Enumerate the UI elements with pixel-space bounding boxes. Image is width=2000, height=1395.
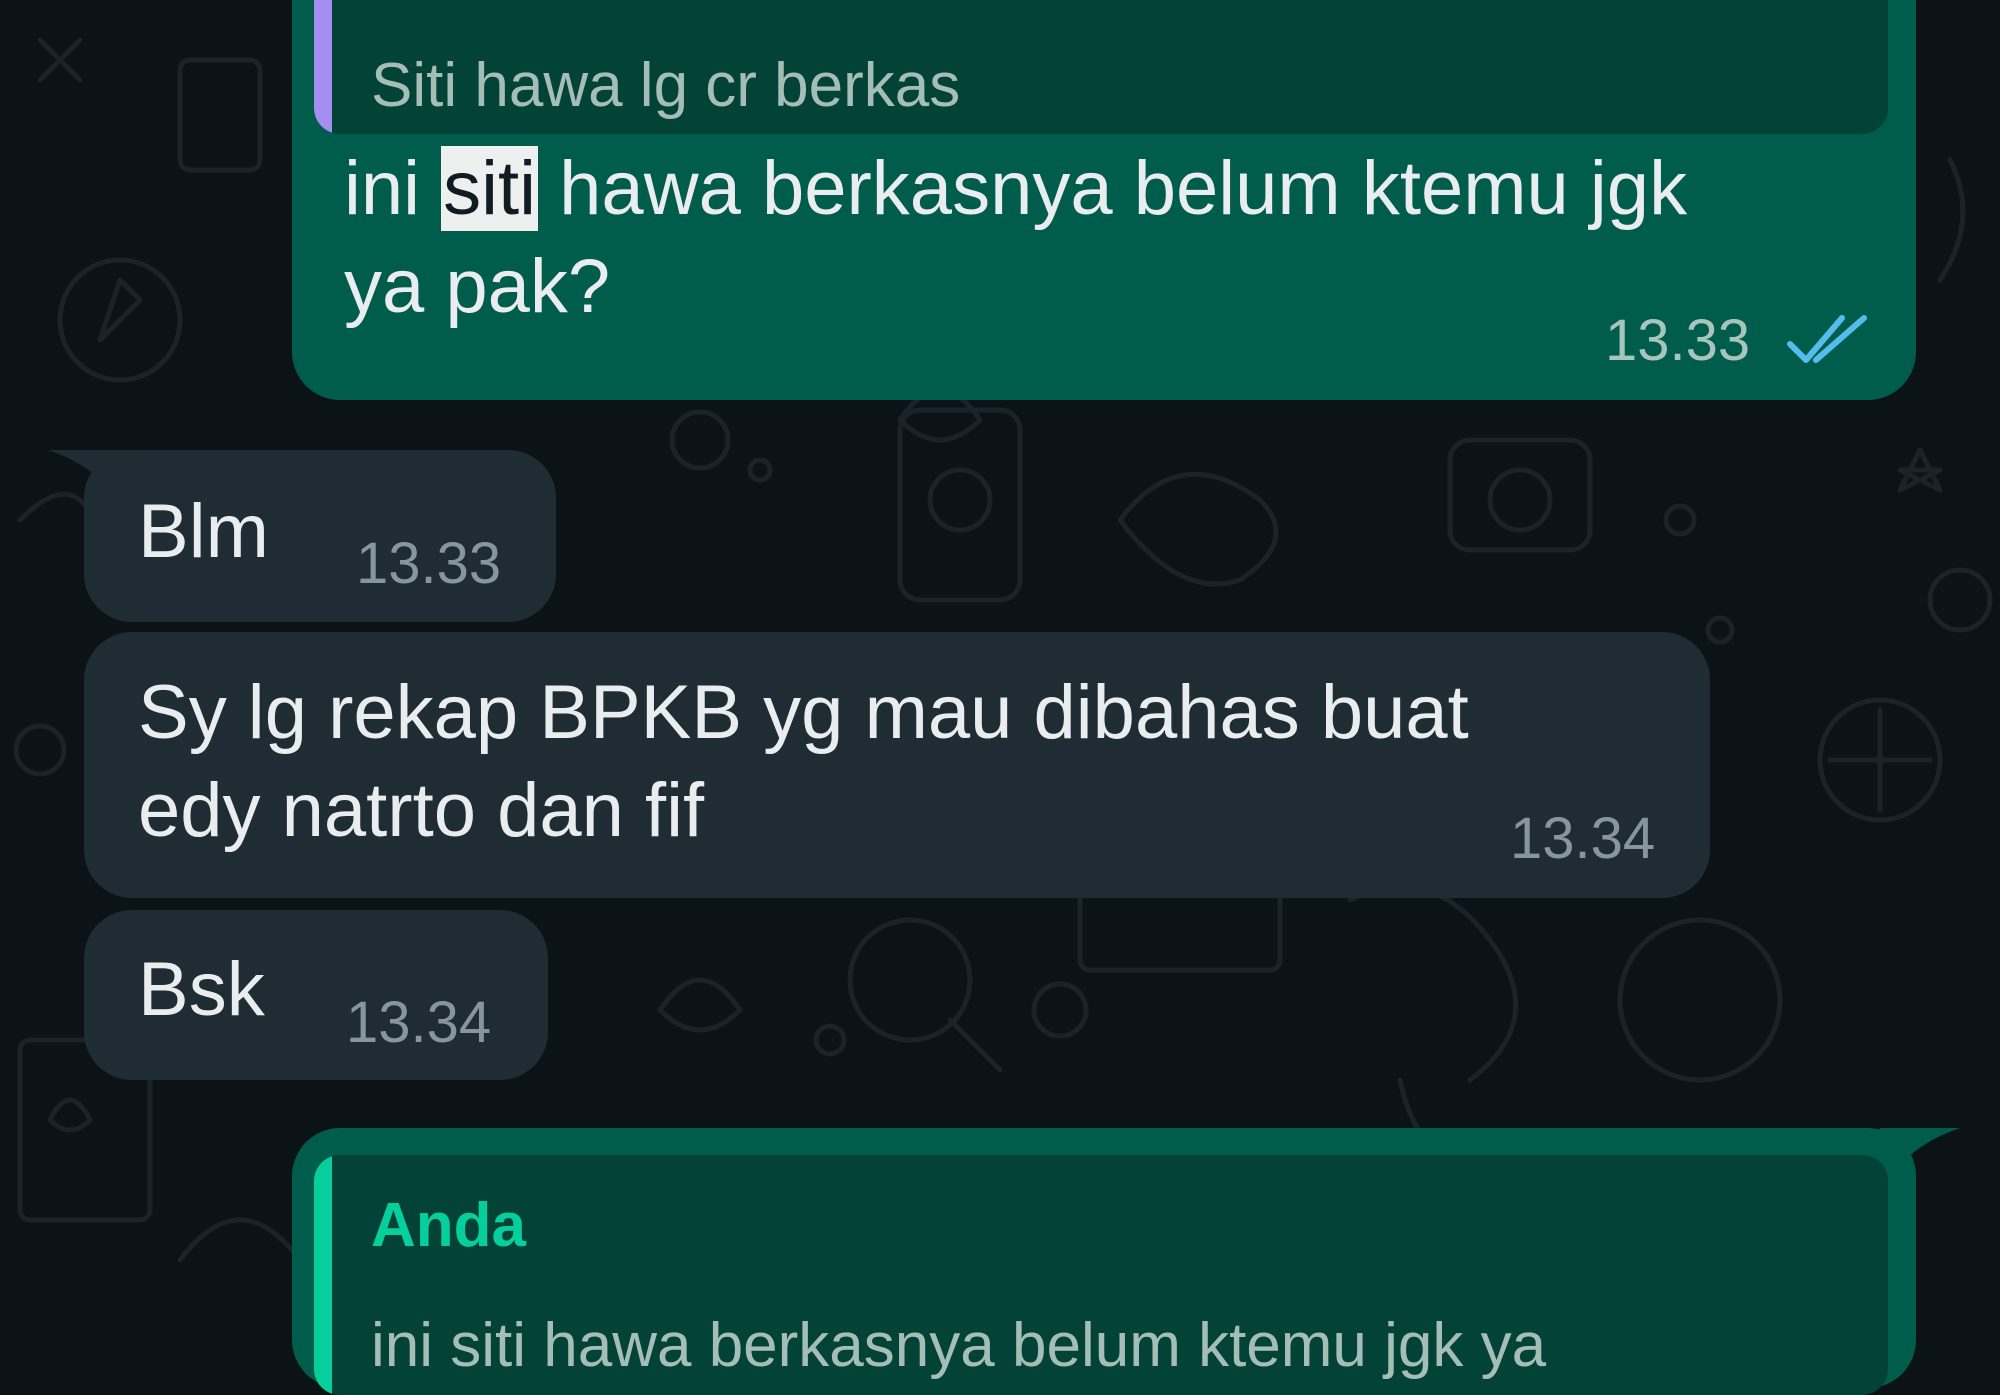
message-time: 13.33 bbox=[1605, 308, 1751, 373]
message-bubble-incoming[interactable]: Bsk 13.34 bbox=[84, 910, 548, 1080]
quoted-message[interactable]: Anda ini siti hawa berkasnya belum ktemu… bbox=[314, 1155, 1888, 1395]
message-text-line: ya pak? bbox=[344, 244, 611, 329]
message-text-line: Sy lg rekap BPKB yg mau dibahas buat bbox=[138, 670, 1469, 755]
quoted-message[interactable]: Siti hawa lg cr berkas bbox=[314, 0, 1888, 134]
quote-accent-bar bbox=[314, 1155, 332, 1395]
message-text-part: hawa berkasnya belum ktemu jgk bbox=[538, 146, 1688, 231]
message-text: Blm bbox=[138, 489, 269, 574]
message-text: Bsk bbox=[138, 947, 265, 1032]
quoted-message-text: Siti hawa lg cr berkas bbox=[371, 51, 961, 120]
message-bubble-outgoing[interactable]: Siti hawa lg cr berkas ini siti hawa ber… bbox=[292, 0, 1916, 400]
message-bubble-incoming[interactable]: Sy lg rekap BPKB yg mau dibahas buat edy… bbox=[84, 632, 1710, 898]
message-time: 13.33 bbox=[356, 531, 502, 596]
message-text-part: ini bbox=[344, 146, 442, 231]
message-time: 13.34 bbox=[346, 990, 492, 1055]
message-text: ini siti hawa berkasnya belum ktemu jgk … bbox=[344, 140, 1687, 336]
quoted-message-text: ini siti hawa berkasnya belum ktemu jgk … bbox=[371, 1311, 1547, 1380]
search-highlight: siti bbox=[441, 146, 539, 231]
message-time: 13.34 bbox=[1510, 806, 1656, 871]
message-text: Sy lg rekap BPKB yg mau dibahas buat edy… bbox=[138, 664, 1469, 860]
message-bubble-outgoing[interactable]: Anda ini siti hawa berkasnya belum ktemu… bbox=[292, 1128, 1916, 1395]
double-check-read-icon bbox=[1787, 315, 1867, 363]
message-bubble-incoming[interactable]: Blm 13.33 bbox=[84, 450, 556, 622]
quoted-message-author: Anda bbox=[371, 1191, 526, 1260]
message-text-line: edy natrto dan fif bbox=[138, 768, 705, 853]
quote-accent-bar bbox=[314, 0, 332, 134]
